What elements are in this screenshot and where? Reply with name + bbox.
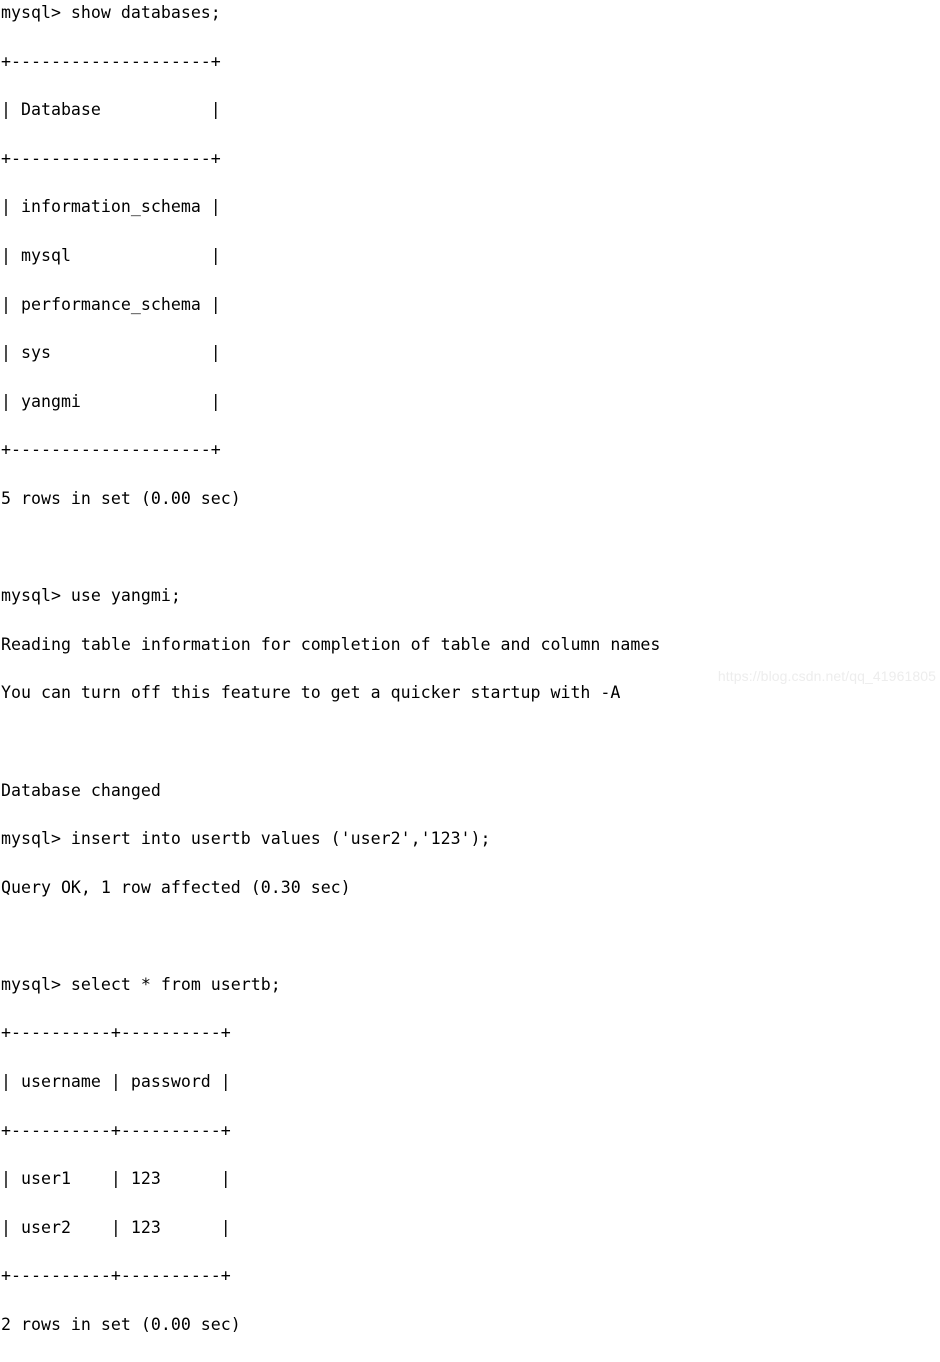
db-table-header-sep: +--------------------+ [1, 148, 221, 168]
db-table-top-border: +--------------------+ [1, 51, 221, 71]
db-table-bottom-border: +--------------------+ [1, 440, 221, 460]
insert-result-status: Query OK, 1 row affected (0.30 sec) [1, 877, 351, 897]
cmd-use-yangmi: mysql> use yangmi; [1, 586, 181, 606]
user-row-user1: | user1 | 123 | [1, 1169, 231, 1189]
blank-3 [1, 924, 940, 948]
db-result-status: 5 rows in set (0.00 sec) [1, 488, 241, 508]
blank-2 [1, 730, 940, 754]
db-row-sys: | sys | [1, 343, 221, 363]
db-row-performance-schema: | performance_schema | [1, 294, 221, 314]
cmd-show-databases: mysql> show databases; [1, 3, 221, 22]
db-table-header: | Database | [1, 100, 221, 120]
msg-database-changed: Database changed [1, 780, 161, 800]
msg-reading-table-info: Reading table information for completion… [1, 634, 661, 654]
watermark-label: https://blog.csdn.net/qq_41961805 [717, 668, 936, 684]
db-row-mysql: | mysql | [1, 245, 221, 265]
user-table-header: | username | password | [1, 1072, 231, 1092]
cmd-select-from-usertb: mysql> select * from usertb; [1, 974, 281, 994]
blank-1 [1, 536, 940, 560]
msg-turn-off-feature: You can turn off this feature to get a q… [1, 683, 621, 703]
user-row-user2: | user2 | 123 | [1, 1217, 231, 1237]
db-row-yangmi: | yangmi | [1, 391, 221, 411]
user-table-top-border: +----------+----------+ [1, 1023, 231, 1043]
user-result-status: 2 rows in set (0.00 sec) [1, 1315, 241, 1335]
terminal-window[interactable]: mysql> show databases; +----------------… [0, 0, 940, 1334]
user-table-bottom-border: +----------+----------+ [1, 1266, 231, 1286]
cmd-insert-into-usertb: mysql> insert into usertb values ('user2… [1, 829, 491, 849]
db-row-information-schema: | information_schema | [1, 197, 221, 217]
user-table-header-sep: +----------+----------+ [1, 1120, 231, 1140]
